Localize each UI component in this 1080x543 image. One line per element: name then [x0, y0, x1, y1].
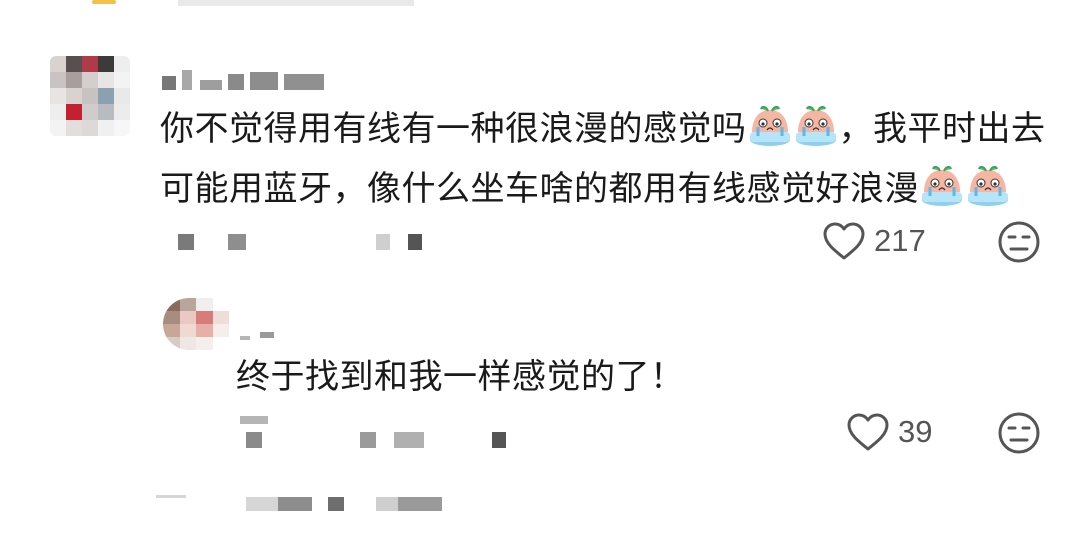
- meta-reply-placeholder[interactable]: [376, 234, 390, 250]
- comment-text-segment: 你不觉得用有线有一种很浪漫的感觉吗: [160, 109, 747, 149]
- like-count: 217: [874, 223, 926, 258]
- comment-text-segment: 可能用蓝牙，像什么坐车啥的都用有线感觉好浪漫: [160, 169, 919, 209]
- meta-reply-placeholder[interactable]: [492, 432, 506, 448]
- unhappy-face-icon[interactable]: [997, 220, 1041, 264]
- comment-text: 你不觉得用有线有一种很浪漫的感觉吗 ，我平时出去 可能用蓝牙，像什么坐车啥的都用有…: [160, 99, 1046, 219]
- meta-date-placeholder: [178, 234, 194, 250]
- heart-icon[interactable]: [846, 412, 890, 452]
- like-count: 39: [898, 414, 933, 449]
- crying-emoji-icon: [968, 166, 1008, 206]
- heart-icon[interactable]: [822, 221, 866, 261]
- comment-meta: [178, 234, 438, 252]
- meta-reply-placeholder[interactable]: [408, 234, 422, 250]
- reply-avatar[interactable]: [163, 298, 229, 350]
- reply-meta: [236, 416, 516, 450]
- crying-emoji-icon: [749, 106, 790, 146]
- meta-date-placeholder: [246, 432, 262, 448]
- meta-date-placeholder: [240, 416, 268, 424]
- unhappy-face-icon[interactable]: [997, 411, 1041, 455]
- previous-comment-accent: [92, 0, 116, 4]
- avatar[interactable]: [50, 56, 130, 136]
- previous-comment-meta-placeholder: [178, 0, 414, 6]
- expand-replies-placeholder[interactable]: [156, 492, 456, 516]
- reply-text: 终于找到和我一样感觉的了！: [236, 347, 685, 407]
- reply-like-button[interactable]: 39: [846, 412, 932, 452]
- crying-emoji-icon: [922, 166, 962, 206]
- meta-location-placeholder: [228, 234, 246, 250]
- meta-location-placeholder: [394, 432, 424, 448]
- like-button[interactable]: 217: [822, 221, 926, 261]
- comment-username[interactable]: [160, 66, 340, 92]
- previous-comment-remnant: [0, 0, 1080, 10]
- meta-location-placeholder: [360, 432, 376, 448]
- comment-text-line: 你不觉得用有线有一种很浪漫的感觉吗 ，我平时出去: [160, 99, 1046, 159]
- crying-emoji-icon: [795, 106, 836, 146]
- reply-username[interactable]: [238, 322, 298, 348]
- comment-text-line: 可能用蓝牙，像什么坐车啥的都用有线感觉好浪漫: [160, 159, 1046, 219]
- reply-text-segment: 终于找到和我一样感觉的了！: [236, 357, 685, 397]
- comment-text-segment: ，我平时出去: [838, 109, 1046, 149]
